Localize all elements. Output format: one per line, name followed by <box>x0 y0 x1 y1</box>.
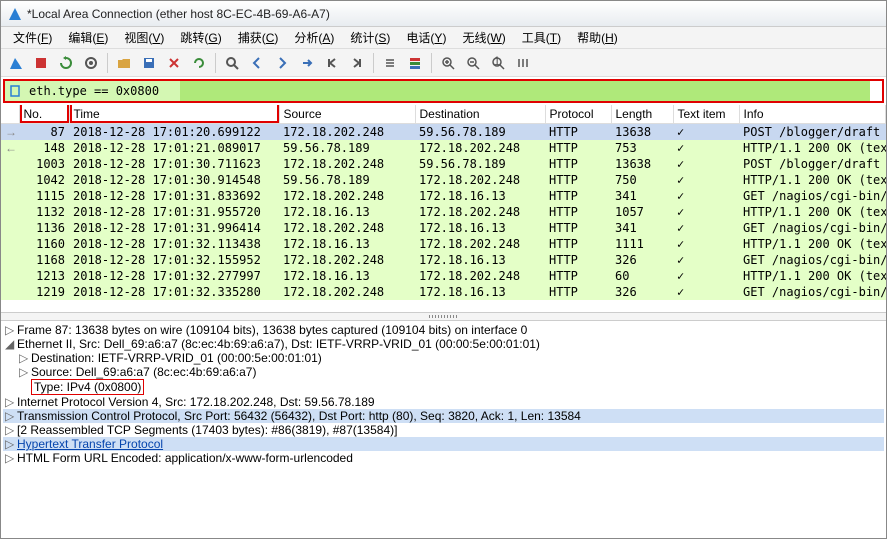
open-file-button[interactable] <box>113 52 135 74</box>
menu-item-9[interactable]: 工具(T) <box>514 27 569 48</box>
stop-capture-button[interactable] <box>30 52 52 74</box>
window-title: *Local Area Connection (ether host 8C-EC… <box>27 7 330 21</box>
tree-item-ip[interactable]: ▷Internet Protocol Version 4, Src: 172.1… <box>3 395 884 409</box>
menu-item-10[interactable]: 帮助(H) <box>569 27 626 48</box>
svg-text:1: 1 <box>494 56 501 68</box>
column-header-no[interactable]: No. <box>19 105 69 124</box>
shark-fin-icon <box>7 6 23 22</box>
pane-splitter[interactable] <box>1 313 886 321</box>
blank-icon <box>19 380 31 394</box>
packet-row[interactable]: 12132018-12-28 17:01:32.277997172.18.16.… <box>1 268 886 284</box>
packet-details-pane[interactable]: ▷Frame 87: 13638 bytes on wire (109104 b… <box>1 321 886 535</box>
filter-bar-tail <box>180 81 870 101</box>
menu-bar: 文件(F)编辑(E)视图(V)跳转(G)捕获(C)分析(A)统计(S)电话(Y)… <box>1 27 886 49</box>
menu-item-8[interactable]: 无线(W) <box>454 27 513 48</box>
menu-item-6[interactable]: 统计(S) <box>342 27 398 48</box>
column-header-time[interactable]: Time <box>69 105 279 124</box>
start-capture-button[interactable] <box>5 52 27 74</box>
expand-icon[interactable]: ▷ <box>5 409 17 423</box>
menu-item-5[interactable]: 分析(A) <box>286 27 342 48</box>
resize-columns-button[interactable] <box>512 52 534 74</box>
packet-row[interactable]: 11322018-12-28 17:01:31.955720172.18.16.… <box>1 204 886 220</box>
tree-item-tcp[interactable]: ▷Transmission Control Protocol, Src Port… <box>3 409 884 423</box>
expand-icon[interactable]: ▷ <box>5 423 17 437</box>
zoom-in-button[interactable] <box>437 52 459 74</box>
column-header-textitem[interactable]: Text item <box>673 105 739 124</box>
tree-item-ethernet[interactable]: ◢Ethernet II, Src: Dell_69:a6:a7 (8c:ec:… <box>3 337 884 351</box>
packet-row[interactable]: 11682018-12-28 17:01:32.155952172.18.202… <box>1 252 886 268</box>
packet-row[interactable]: 12192018-12-28 17:01:32.335280172.18.202… <box>1 284 886 300</box>
flow-arrow-icon <box>1 188 19 204</box>
go-previous-button[interactable] <box>246 52 268 74</box>
close-file-button[interactable] <box>163 52 185 74</box>
menu-item-3[interactable]: 跳转(G) <box>172 27 229 48</box>
colorize-button[interactable] <box>404 52 426 74</box>
tree-item-eth-type[interactable]: Type: IPv4 (0x0800) <box>3 379 884 395</box>
go-first-button[interactable] <box>321 52 343 74</box>
flow-arrow-icon: ← <box>1 140 19 156</box>
tree-item-form-urlencoded[interactable]: ▷HTML Form URL Encoded: application/x-ww… <box>3 451 884 465</box>
tree-item-eth-dst[interactable]: ▷Destination: IETF-VRRP-VRID_01 (00:00:5… <box>3 351 884 365</box>
flow-arrow-icon <box>1 204 19 220</box>
packet-row[interactable]: ←1482018-12-28 17:01:21.08901759.56.78.1… <box>1 140 886 156</box>
tree-item-eth-src[interactable]: ▷Source: Dell_69:a6:a7 (8c:ec:4b:69:a6:a… <box>3 365 884 379</box>
flow-arrow-icon <box>1 284 19 300</box>
flow-arrow-icon <box>1 268 19 284</box>
toolbar: 1 <box>1 49 886 77</box>
toolbar-separator <box>107 53 108 73</box>
flow-arrow-icon <box>1 236 19 252</box>
column-header-protocol[interactable]: Protocol <box>545 105 611 124</box>
column-header-length[interactable]: Length <box>611 105 673 124</box>
zoom-out-button[interactable] <box>462 52 484 74</box>
column-header-destination[interactable]: Destination <box>415 105 545 124</box>
go-last-button[interactable] <box>346 52 368 74</box>
expand-icon[interactable]: ▷ <box>5 451 17 465</box>
flow-arrow-icon: → <box>1 124 19 141</box>
collapse-icon[interactable]: ◢ <box>5 337 17 351</box>
tree-item-reassembled[interactable]: ▷[2 Reassembled TCP Segments (17403 byte… <box>3 423 884 437</box>
menu-item-1[interactable]: 编辑(E) <box>60 27 116 48</box>
filter-bookmark-icon[interactable] <box>5 81 25 101</box>
flow-arrow-icon <box>1 172 19 188</box>
flow-arrow-icon <box>1 220 19 236</box>
expand-icon[interactable]: ▷ <box>5 395 17 409</box>
reload-file-button[interactable] <box>188 52 210 74</box>
display-filter-bar <box>3 79 884 103</box>
toolbar-separator <box>215 53 216 73</box>
flow-arrow-icon <box>1 252 19 268</box>
column-header-marker[interactable] <box>1 105 19 124</box>
packet-row[interactable]: 11152018-12-28 17:01:31.833692172.18.202… <box>1 188 886 204</box>
expand-icon[interactable]: ▷ <box>19 365 31 379</box>
capture-options-button[interactable] <box>80 52 102 74</box>
tree-item-frame[interactable]: ▷Frame 87: 13638 bytes on wire (109104 b… <box>3 323 884 337</box>
go-next-button[interactable] <box>271 52 293 74</box>
title-bar: *Local Area Connection (ether host 8C-EC… <box>1 1 886 27</box>
packet-row[interactable]: →872018-12-28 17:01:20.699122172.18.202.… <box>1 124 886 141</box>
column-header-info[interactable]: Info <box>739 105 886 124</box>
expand-icon[interactable]: ▷ <box>5 323 17 337</box>
expand-icon[interactable]: ▷ <box>5 437 17 451</box>
column-header-source[interactable]: Source <box>279 105 415 124</box>
menu-item-2[interactable]: 视图(V) <box>116 27 172 48</box>
menu-item-7[interactable]: 电话(Y) <box>398 27 454 48</box>
auto-scroll-button[interactable] <box>379 52 401 74</box>
toolbar-separator <box>373 53 374 73</box>
go-to-packet-button[interactable] <box>296 52 318 74</box>
packet-list-pane[interactable]: No. Time Source Destination Protocol Len… <box>1 105 886 313</box>
packet-row[interactable]: 10032018-12-28 17:01:30.711623172.18.202… <box>1 156 886 172</box>
display-filter-input[interactable] <box>25 81 180 101</box>
menu-item-0[interactable]: 文件(F) <box>5 27 60 48</box>
packet-row[interactable]: 11602018-12-28 17:01:32.113438172.18.16.… <box>1 236 886 252</box>
restart-capture-button[interactable] <box>55 52 77 74</box>
save-file-button[interactable] <box>138 52 160 74</box>
packet-row[interactable]: 10422018-12-28 17:01:30.91454859.56.78.1… <box>1 172 886 188</box>
zoom-reset-button[interactable]: 1 <box>487 52 509 74</box>
menu-item-4[interactable]: 捕获(C) <box>230 27 287 48</box>
find-packet-button[interactable] <box>221 52 243 74</box>
toolbar-separator <box>431 53 432 73</box>
packet-row[interactable]: 11362018-12-28 17:01:31.996414172.18.202… <box>1 220 886 236</box>
tree-item-http[interactable]: ▷Hypertext Transfer Protocol <box>3 437 884 451</box>
flow-arrow-icon <box>1 156 19 172</box>
expand-icon[interactable]: ▷ <box>19 351 31 365</box>
